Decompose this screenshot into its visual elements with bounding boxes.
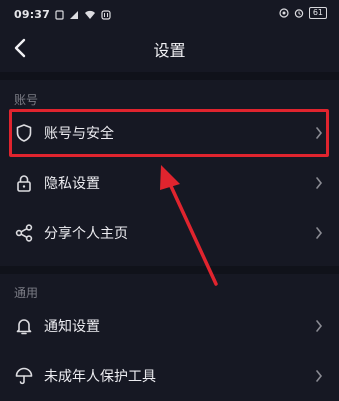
sim-icon bbox=[55, 9, 64, 20]
status-time: 09:37 bbox=[14, 8, 51, 21]
status-right: 61 bbox=[279, 7, 327, 19]
row-label: 未成年人保护工具 bbox=[44, 369, 156, 385]
battery-indicator: 61 bbox=[308, 7, 327, 19]
status-bar: 09:37 61 bbox=[0, 0, 339, 26]
chevron-right-icon bbox=[316, 370, 323, 382]
section-label-account: 账号 bbox=[14, 93, 39, 107]
bell-icon bbox=[16, 319, 32, 335]
chevron-right-icon bbox=[316, 177, 323, 189]
share-icon bbox=[15, 224, 33, 242]
shield-icon bbox=[16, 124, 32, 142]
section-divider bbox=[0, 72, 339, 80]
row-label: 隐私设置 bbox=[44, 176, 100, 192]
nfc-status-icon bbox=[279, 8, 289, 18]
lock-icon bbox=[17, 175, 31, 192]
row-account-security[interactable]: 账号与安全 bbox=[0, 108, 339, 158]
section-label-general: 通用 bbox=[14, 286, 39, 300]
nfc-icon bbox=[101, 9, 111, 20]
signal-icon bbox=[70, 10, 79, 19]
chevron-right-icon bbox=[316, 127, 323, 139]
alarm-icon bbox=[294, 9, 304, 18]
status-left: 09:37 bbox=[14, 8, 111, 21]
nav-bar: 设置 bbox=[0, 26, 339, 70]
row-privacy-settings[interactable]: 隐私设置 bbox=[0, 158, 339, 208]
page-title: 设置 bbox=[153, 41, 186, 60]
wifi-icon bbox=[85, 10, 96, 19]
row-minor-protection[interactable]: 未成年人保护工具 bbox=[0, 351, 339, 401]
row-share-profile[interactable]: 分享个人主页 bbox=[0, 208, 339, 258]
row-label: 通知设置 bbox=[44, 319, 100, 335]
row-label: 分享个人主页 bbox=[44, 226, 128, 242]
umbrella-icon bbox=[15, 367, 33, 385]
row-notification-settings[interactable]: 通知设置 bbox=[0, 301, 339, 351]
chevron-right-icon bbox=[316, 320, 323, 332]
section-divider bbox=[0, 266, 339, 274]
chevron-right-icon bbox=[316, 227, 323, 239]
row-label: 账号与安全 bbox=[44, 126, 114, 142]
